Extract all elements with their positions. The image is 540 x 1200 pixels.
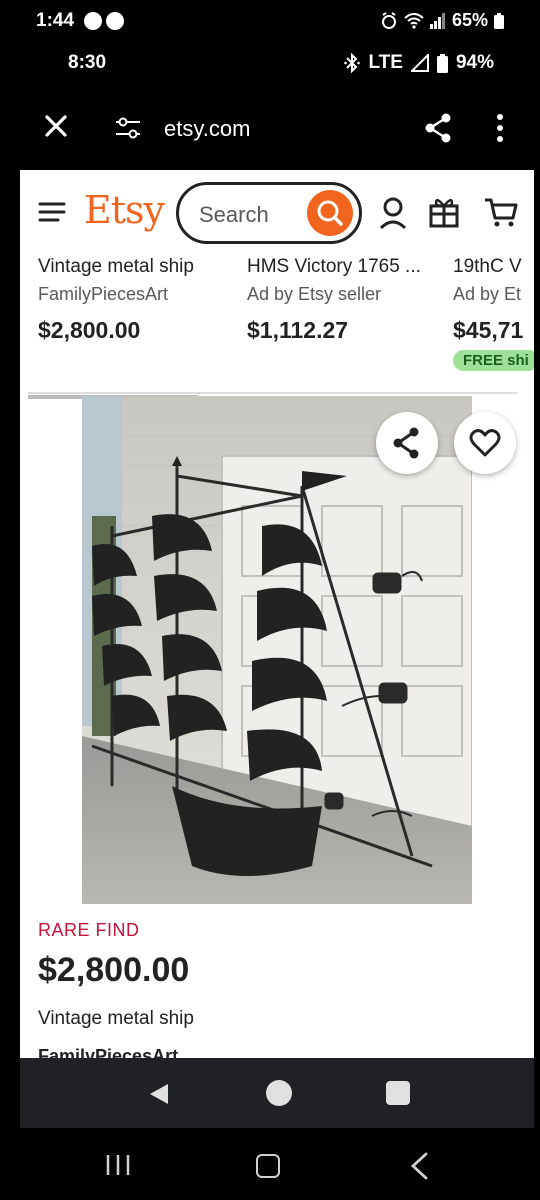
- battery-percent: 65%: [451, 10, 488, 30]
- back-icon[interactable]: [408, 1152, 430, 1180]
- search-placeholder: Search: [199, 202, 269, 227]
- favorite-button[interactable]: [454, 412, 516, 474]
- product-shop: Ad by Et: [453, 284, 522, 304]
- product-card[interactable]: Vintage metal ship FamilyPiecesArt $2,80…: [38, 256, 238, 376]
- listing-info: RARE FIND $2,800.00 Vintage metal ship F…: [38, 920, 518, 1058]
- listing-title[interactable]: Vintage metal ship: [38, 1008, 518, 1030]
- home-icon[interactable]: [256, 1154, 280, 1178]
- rare-find-label: RARE FIND: [38, 920, 140, 940]
- web-page: Etsy Search Vintage metal ship FamilyPie…: [20, 170, 534, 1058]
- gift-icon[interactable]: [428, 194, 460, 228]
- status-bar-top: 1:44 65%: [0, 0, 540, 44]
- facebook-messenger-icon: [84, 12, 102, 30]
- battery-icon: [494, 12, 504, 29]
- listing-price: $2,800.00: [38, 951, 190, 989]
- status-right-secondary: LTE 94%: [344, 52, 494, 74]
- url-text[interactable]: etsy.com: [164, 116, 250, 142]
- more-vert-icon[interactable]: [488, 112, 512, 144]
- product-price: $45,71: [453, 317, 524, 343]
- recent-apps-icon[interactable]: [104, 1154, 132, 1176]
- product-price: $2,800.00: [38, 317, 141, 343]
- product-price: $1,112.27: [247, 317, 349, 343]
- product-title: Vintage metal ship: [38, 256, 194, 277]
- back-icon[interactable]: [148, 1082, 170, 1106]
- close-icon[interactable]: [40, 110, 72, 142]
- share-icon: [393, 427, 419, 459]
- recommendation-carousel: Vintage metal ship FamilyPiecesArt $2,80…: [20, 256, 534, 386]
- search-bar[interactable]: Search: [176, 182, 362, 244]
- notification-icons: [84, 12, 124, 30]
- battery-icon: [436, 53, 448, 73]
- recent-apps-icon[interactable]: [386, 1081, 410, 1105]
- share-listing-button[interactable]: [376, 412, 438, 474]
- facebook-icon: [106, 12, 124, 30]
- bluetooth-icon: [344, 53, 361, 73]
- battery-percent-secondary: 94%: [455, 52, 494, 73]
- search-button[interactable]: [307, 190, 353, 236]
- network-type: LTE: [368, 52, 403, 73]
- signal-icon: [429, 12, 445, 29]
- wifi-icon: [404, 12, 424, 29]
- search-icon: [317, 200, 343, 226]
- etsy-logo[interactable]: Etsy: [84, 188, 165, 232]
- inner-navigation-bar: [20, 1058, 534, 1128]
- system-navigation-bar: [0, 1128, 540, 1200]
- product-card[interactable]: HMS Victory 1765 ... Ad by Etsy seller $…: [247, 256, 447, 376]
- signal-icon: [410, 54, 429, 72]
- browser-toolbar: etsy.com: [0, 98, 540, 160]
- product-card[interactable]: 19thC V Ad by Et $45,71 FREE shi: [453, 256, 534, 376]
- cart-icon[interactable]: [484, 196, 518, 228]
- status-bar-secondary: 8:30 LTE 94%: [0, 44, 540, 84]
- listing-shop[interactable]: FamilyPiecesArt: [38, 1046, 518, 1058]
- product-shop: FamilyPiecesArt: [38, 284, 169, 304]
- carousel-divider: [28, 392, 518, 399]
- status-time-secondary: 8:30: [68, 52, 107, 73]
- etsy-header: Etsy Search: [20, 170, 534, 256]
- status-time: 1:44: [36, 10, 75, 31]
- alarm-icon: [381, 11, 396, 29]
- free-shipping-badge: FREE shi: [453, 350, 534, 371]
- product-title: 19thC V: [453, 256, 522, 277]
- menu-icon[interactable]: [38, 200, 66, 224]
- status-right: 65%: [380, 10, 504, 31]
- tune-icon[interactable]: [114, 114, 142, 142]
- home-icon[interactable]: [266, 1080, 292, 1106]
- heart-icon: [469, 429, 501, 457]
- product-shop: Ad by Etsy seller: [247, 284, 382, 304]
- product-title: HMS Victory 1765 ...: [247, 256, 421, 277]
- user-icon[interactable]: [378, 196, 408, 230]
- share-icon[interactable]: [422, 112, 454, 144]
